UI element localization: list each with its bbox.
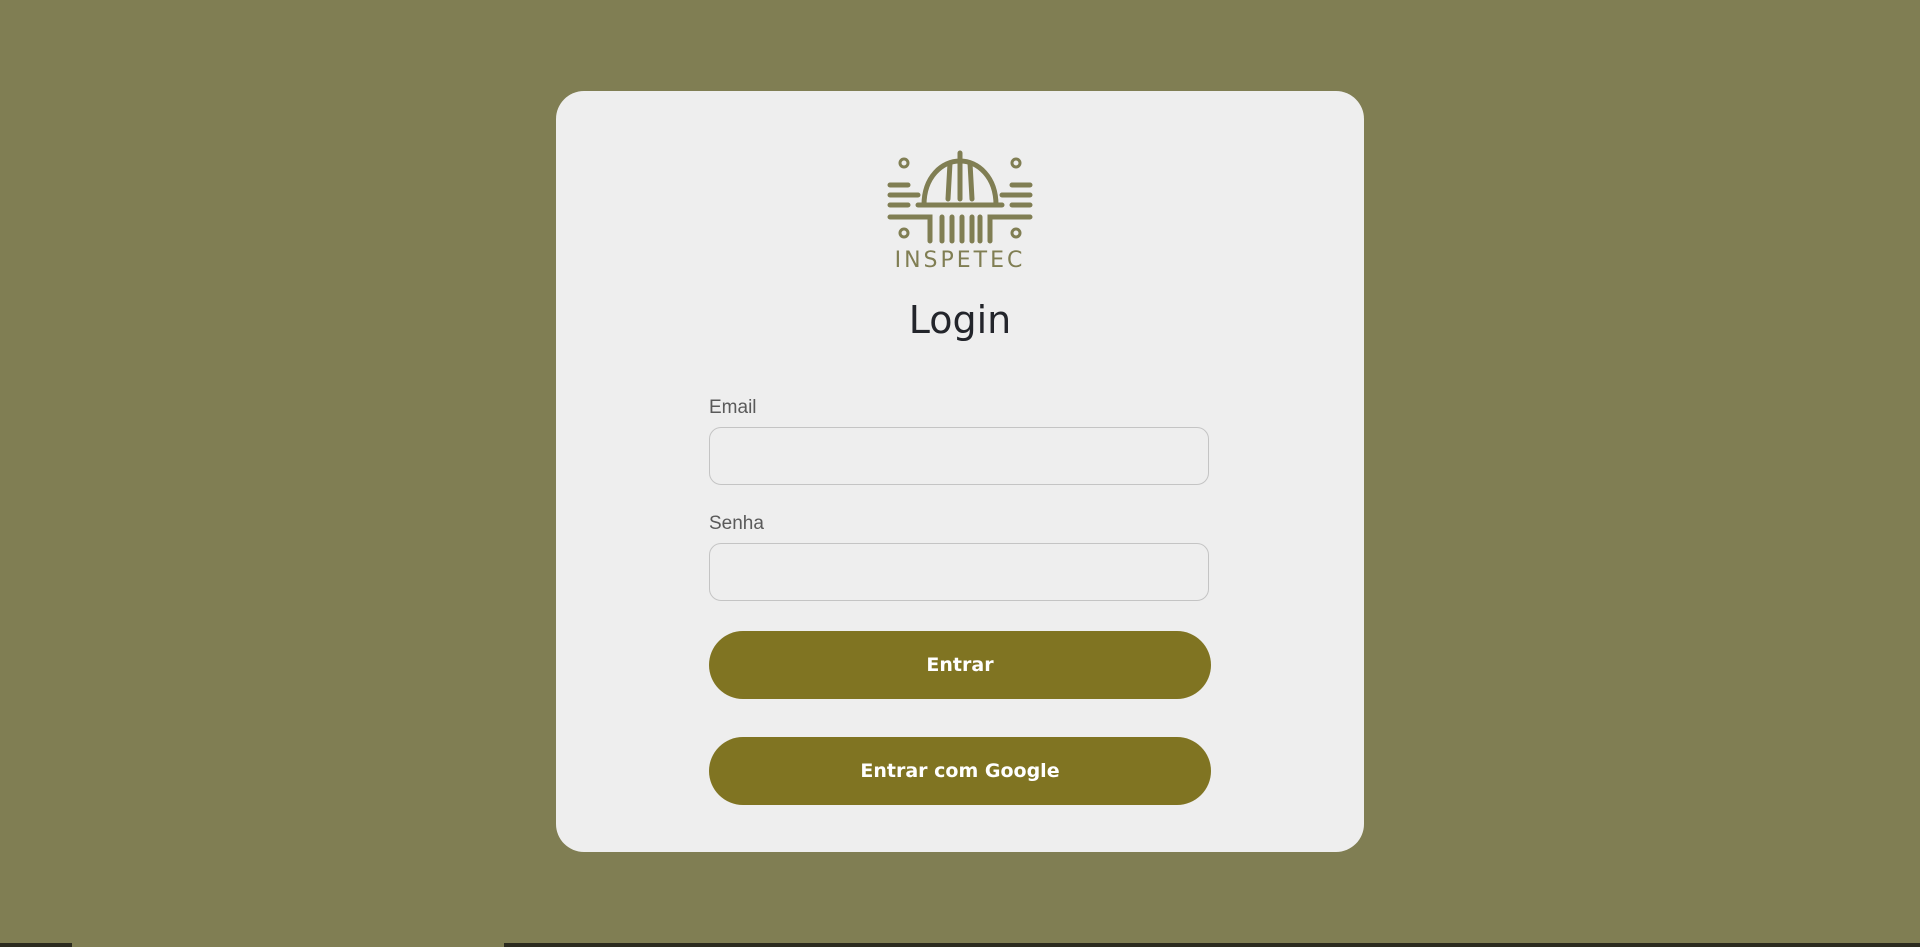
- login-page: INSPETEC Login Email Senha Entrar Entrar…: [0, 0, 1920, 947]
- password-field[interactable]: [709, 543, 1209, 601]
- email-field[interactable]: [709, 427, 1209, 485]
- taskbar-edge-right: [504, 943, 1920, 947]
- password-label: Senha: [709, 513, 764, 534]
- page-title: Login: [908, 298, 1012, 342]
- brand-name: INSPETEC: [894, 248, 1026, 273]
- google-login-button[interactable]: Entrar com Google: [709, 737, 1211, 805]
- submit-button[interactable]: Entrar: [709, 631, 1211, 699]
- login-card: INSPETEC Login Email Senha Entrar Entrar…: [556, 91, 1364, 852]
- taskbar-edge-left: [0, 943, 72, 947]
- email-label: Email: [709, 397, 757, 418]
